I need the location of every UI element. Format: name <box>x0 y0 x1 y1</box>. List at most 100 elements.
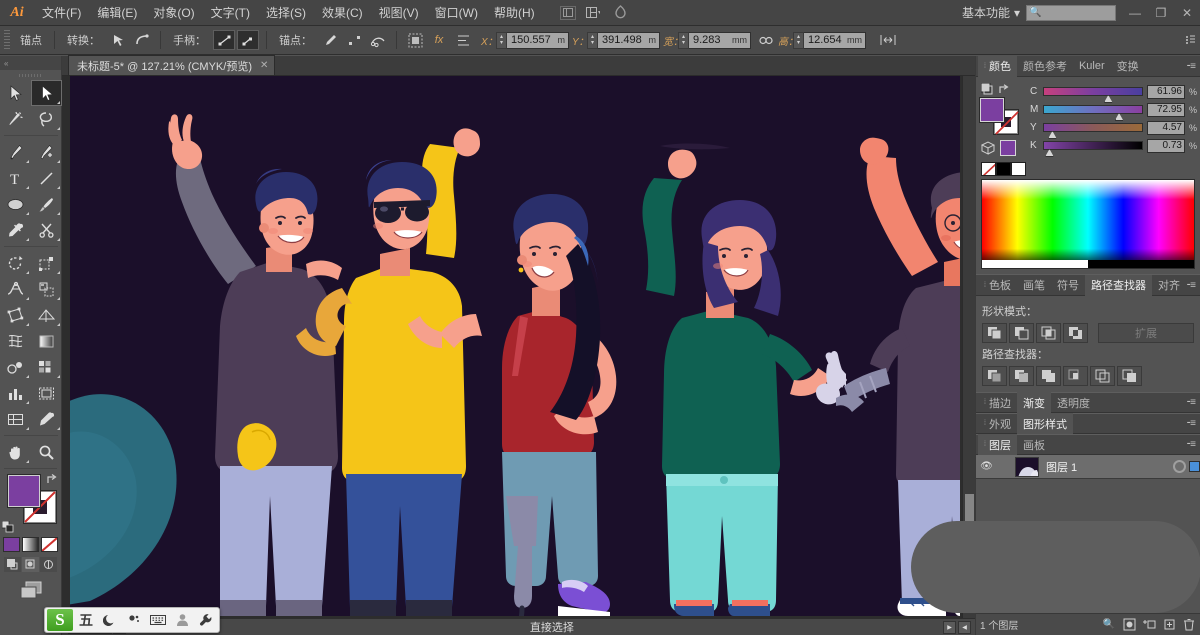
none-fill-button[interactable] <box>41 537 58 552</box>
color-panel-menu-icon[interactable]: ⁃≡ <box>1186 61 1200 72</box>
artboard[interactable] <box>70 76 960 616</box>
channel-value-y[interactable]: 4.57 <box>1147 121 1185 135</box>
y-stepper[interactable]: ▴▾ <box>587 32 598 49</box>
control-bar-grip[interactable] <box>4 30 10 50</box>
draw-inside-button[interactable] <box>40 557 57 572</box>
create-new-layer-icon[interactable] <box>1161 617 1177 633</box>
tool-slice[interactable] <box>0 406 31 432</box>
tool-zoom[interactable] <box>31 439 62 465</box>
tool-direct-selection[interactable] <box>31 80 62 106</box>
slider-thumb-y[interactable] <box>1048 131 1057 139</box>
fill-swatch[interactable] <box>8 475 40 507</box>
slider-track-k[interactable] <box>1043 141 1143 150</box>
layer-selection-indicator[interactable] <box>1189 461 1200 472</box>
panel-fill-swatch[interactable] <box>980 98 1004 122</box>
isolate-selected-object-button[interactable] <box>404 30 426 50</box>
height-input[interactable]: 12.654 mm <box>804 32 866 49</box>
slider-thumb-m[interactable] <box>1115 113 1124 121</box>
tool-free-transform[interactable] <box>0 302 31 328</box>
width-field[interactable]: 宽： ▴▾ 9.283 mm <box>663 32 751 49</box>
canvas-area[interactable] <box>62 76 975 618</box>
tool-selection[interactable] <box>0 80 31 106</box>
slider-thumb-c[interactable] <box>1104 95 1113 103</box>
intersect-button[interactable] <box>1036 323 1061 343</box>
layer-name[interactable]: 图层 1 <box>1042 459 1170 475</box>
convert-to-smooth-button[interactable] <box>131 30 153 50</box>
search-input[interactable]: 🔍 <box>1026 5 1116 21</box>
tool-hand[interactable] <box>0 439 31 465</box>
tool-mesh[interactable] <box>0 328 31 354</box>
tab-align[interactable]: 对齐 <box>1152 275 1186 296</box>
tool-rotate[interactable] <box>0 250 31 276</box>
y-input[interactable]: 391.498 m <box>598 32 660 49</box>
sogou-logo-icon[interactable]: S <box>47 609 73 631</box>
convert-to-corner-button[interactable] <box>107 30 129 50</box>
height-field[interactable]: 高： ▴▾ 12.654 mm <box>778 32 866 49</box>
tool-type[interactable]: T <box>0 165 31 191</box>
locate-object-icon[interactable]: 🔍 <box>1101 617 1117 633</box>
lock-aspect-ratio-icon[interactable] <box>755 30 777 50</box>
x-field[interactable]: X： ▴▾ 150.557 m <box>481 32 569 49</box>
tools-panel-grip[interactable] <box>0 70 61 80</box>
align-options-button[interactable] <box>452 30 474 50</box>
x-input[interactable]: 150.557 m <box>507 32 569 49</box>
keyboard-icon[interactable] <box>147 609 169 631</box>
workspace-switcher[interactable]: 基本功能 ▾ <box>956 3 1026 23</box>
eye-icon[interactable]: 👁 <box>978 461 995 472</box>
tab-color[interactable]: ⁞ 颜色 <box>978 56 1017 77</box>
color-fill-button[interactable] <box>3 537 20 552</box>
channel-value-m[interactable]: 72.95 <box>1147 103 1185 117</box>
menu-edit[interactable]: 编辑(E) <box>89 0 145 26</box>
white-swatch[interactable] <box>1011 162 1026 176</box>
tool-scale[interactable] <box>31 250 62 276</box>
tool-add-anchor[interactable] <box>31 139 62 165</box>
spectrum-grayscale-bar[interactable] <box>982 260 1194 268</box>
tool-pen[interactable] <box>0 139 31 165</box>
tab-layers[interactable]: ⁞ 图层 <box>978 434 1017 455</box>
tab-stroke[interactable]: ⁞ 描边 <box>978 392 1017 413</box>
close-icon[interactable]: ✕ <box>260 60 268 71</box>
cut-path-button[interactable] <box>367 30 389 50</box>
menu-file[interactable]: 文件(F) <box>34 0 89 26</box>
close-button[interactable]: ✕ <box>1174 0 1200 26</box>
palette-icon[interactable] <box>123 609 145 631</box>
tools-panel-collapse[interactable]: « <box>0 56 61 70</box>
y-field[interactable]: Y： ▴▾ 391.498 m <box>572 32 660 49</box>
current-color-swatch[interactable] <box>1000 140 1016 156</box>
color-cube-icon[interactable] <box>980 140 996 156</box>
layers-panel-menu-icon[interactable]: ⁃≡ <box>1186 439 1200 450</box>
status-next-button[interactable]: ▶ <box>943 621 956 634</box>
tab-pathfinder[interactable]: 路径查找器 <box>1085 275 1152 296</box>
slider-thumb-k[interactable] <box>1045 149 1054 157</box>
slider-track-c[interactable] <box>1043 87 1143 96</box>
hide-handles-button[interactable] <box>237 30 259 50</box>
minus-front-button[interactable] <box>1009 323 1034 343</box>
menu-object[interactable]: 对象(O) <box>145 0 202 26</box>
fill-indicator-icon[interactable] <box>980 83 993 96</box>
fx-opacity-button[interactable]: fx <box>428 30 450 50</box>
make-clipping-mask-icon[interactable] <box>1121 617 1137 633</box>
black-swatch[interactable] <box>996 162 1011 176</box>
ime-mode-button[interactable]: 五 <box>75 609 97 631</box>
delete-layer-icon[interactable] <box>1181 617 1197 633</box>
default-fill-stroke-icon[interactable] <box>2 521 14 533</box>
document-tab[interactable]: 未标题-5* @ 127.21% (CMYK/预览) ✕ <box>68 55 275 75</box>
channel-value-k[interactable]: 0.73 <box>1147 139 1185 153</box>
moon-icon[interactable] <box>99 609 121 631</box>
draw-behind-button[interactable] <box>22 557 39 572</box>
expand-button[interactable]: 扩展 <box>1098 323 1194 343</box>
minus-back-button[interactable] <box>1117 366 1142 386</box>
tab-transparency[interactable]: 透明度 <box>1051 392 1096 413</box>
tool-magic-wand[interactable] <box>0 106 31 132</box>
menu-effect[interactable]: 效果(C) <box>314 0 371 26</box>
menu-type[interactable]: 文字(T) <box>203 0 258 26</box>
none-swatch[interactable] <box>981 162 996 176</box>
tab-swatches[interactable]: ⁞ 色板 <box>978 275 1017 296</box>
tool-ellipse[interactable] <box>0 191 31 217</box>
tab-symbols[interactable]: 符号 <box>1051 275 1085 296</box>
tool-eyedropper[interactable] <box>0 217 31 243</box>
drawing-mode-icon[interactable] <box>610 4 632 22</box>
layer-row[interactable]: 👁 图层 1 <box>976 455 1200 479</box>
wrench-icon[interactable] <box>195 609 217 631</box>
change-screen-mode-button[interactable] <box>0 580 61 600</box>
